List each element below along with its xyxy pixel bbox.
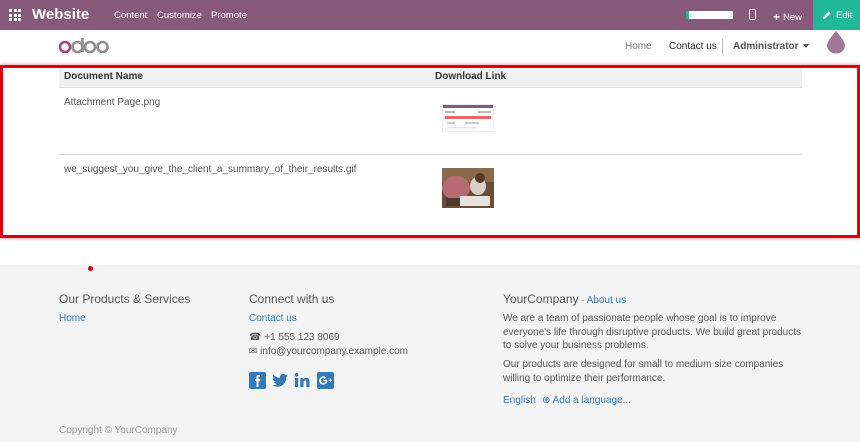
footer-products-heading: Our Products & Services	[59, 292, 191, 306]
footer-company-heading: YourCompany - About us	[503, 292, 626, 306]
footer-about-link[interactable]: About us	[587, 295, 626, 306]
footer-connect-heading: Connect with us	[249, 292, 335, 306]
site-navbar: Home Contact us Administrator	[0, 30, 860, 65]
caret-down-icon	[802, 44, 809, 49]
cursor-marker	[88, 266, 93, 271]
nav-contact-us[interactable]: Contact us	[669, 41, 717, 52]
language-english[interactable]: English	[503, 395, 536, 406]
user-name: Administrator	[733, 41, 799, 52]
phone-number: +1 555 123 8069	[264, 332, 340, 343]
pencil-icon	[823, 11, 831, 19]
heading-separator: -	[578, 295, 587, 305]
envelope-icon: ✉	[249, 346, 261, 357]
odoo-logo[interactable]	[58, 36, 109, 59]
footer-email: ✉ info@yourcompany.example.com	[249, 346, 408, 357]
selection-highlight-frame	[0, 65, 860, 238]
new-button-label: New	[783, 12, 803, 23]
footer-phone: ☎ +1 555 123 8069	[249, 332, 340, 343]
plus-circle-icon: ⊕	[542, 395, 553, 406]
apps-grid-icon[interactable]	[9, 9, 21, 21]
plus-icon: +	[773, 10, 781, 24]
facebook-icon[interactable]	[249, 372, 266, 389]
add-language-label: Add a language...	[552, 395, 632, 406]
app-title[interactable]: Website	[32, 6, 89, 23]
nav-home[interactable]: Home	[625, 41, 652, 52]
edit-button[interactable]: Edit	[813, 0, 860, 30]
footer-home-link[interactable]: Home	[59, 313, 86, 324]
user-menu[interactable]: Administrator	[733, 41, 809, 52]
twitter-icon[interactable]	[271, 372, 288, 389]
edit-button-label: Edit	[836, 10, 853, 21]
footer-about-text-1: We are a team of passionate people whose…	[503, 313, 801, 351]
footer-about-text-2: Our products are designed for small to m…	[503, 359, 784, 384]
copyright: Copyright © YourCompany	[59, 425, 178, 436]
google-plus-icon[interactable]	[317, 372, 334, 389]
email-address: info@yourcompany.example.com	[260, 346, 408, 357]
publish-toggle[interactable]	[686, 11, 733, 19]
company-name: YourCompany	[503, 292, 579, 306]
linkedin-icon[interactable]	[294, 372, 311, 389]
nav-divider	[722, 39, 723, 54]
menu-customize[interactable]: Customize	[157, 10, 202, 21]
theme-drop-icon[interactable]	[826, 30, 846, 54]
menu-promote[interactable]: Promote	[211, 10, 247, 21]
footer-contact-link[interactable]: Contact us	[249, 313, 297, 324]
menu-content[interactable]: Content	[114, 10, 147, 21]
phone-icon: ☎	[249, 332, 265, 343]
mobile-preview-icon[interactable]	[749, 9, 756, 20]
website-topbar: Website Content Customize Promote + New E…	[0, 0, 860, 30]
new-button[interactable]: + New	[773, 9, 803, 24]
add-language-link[interactable]: ⊕ Add a language...	[542, 395, 631, 406]
